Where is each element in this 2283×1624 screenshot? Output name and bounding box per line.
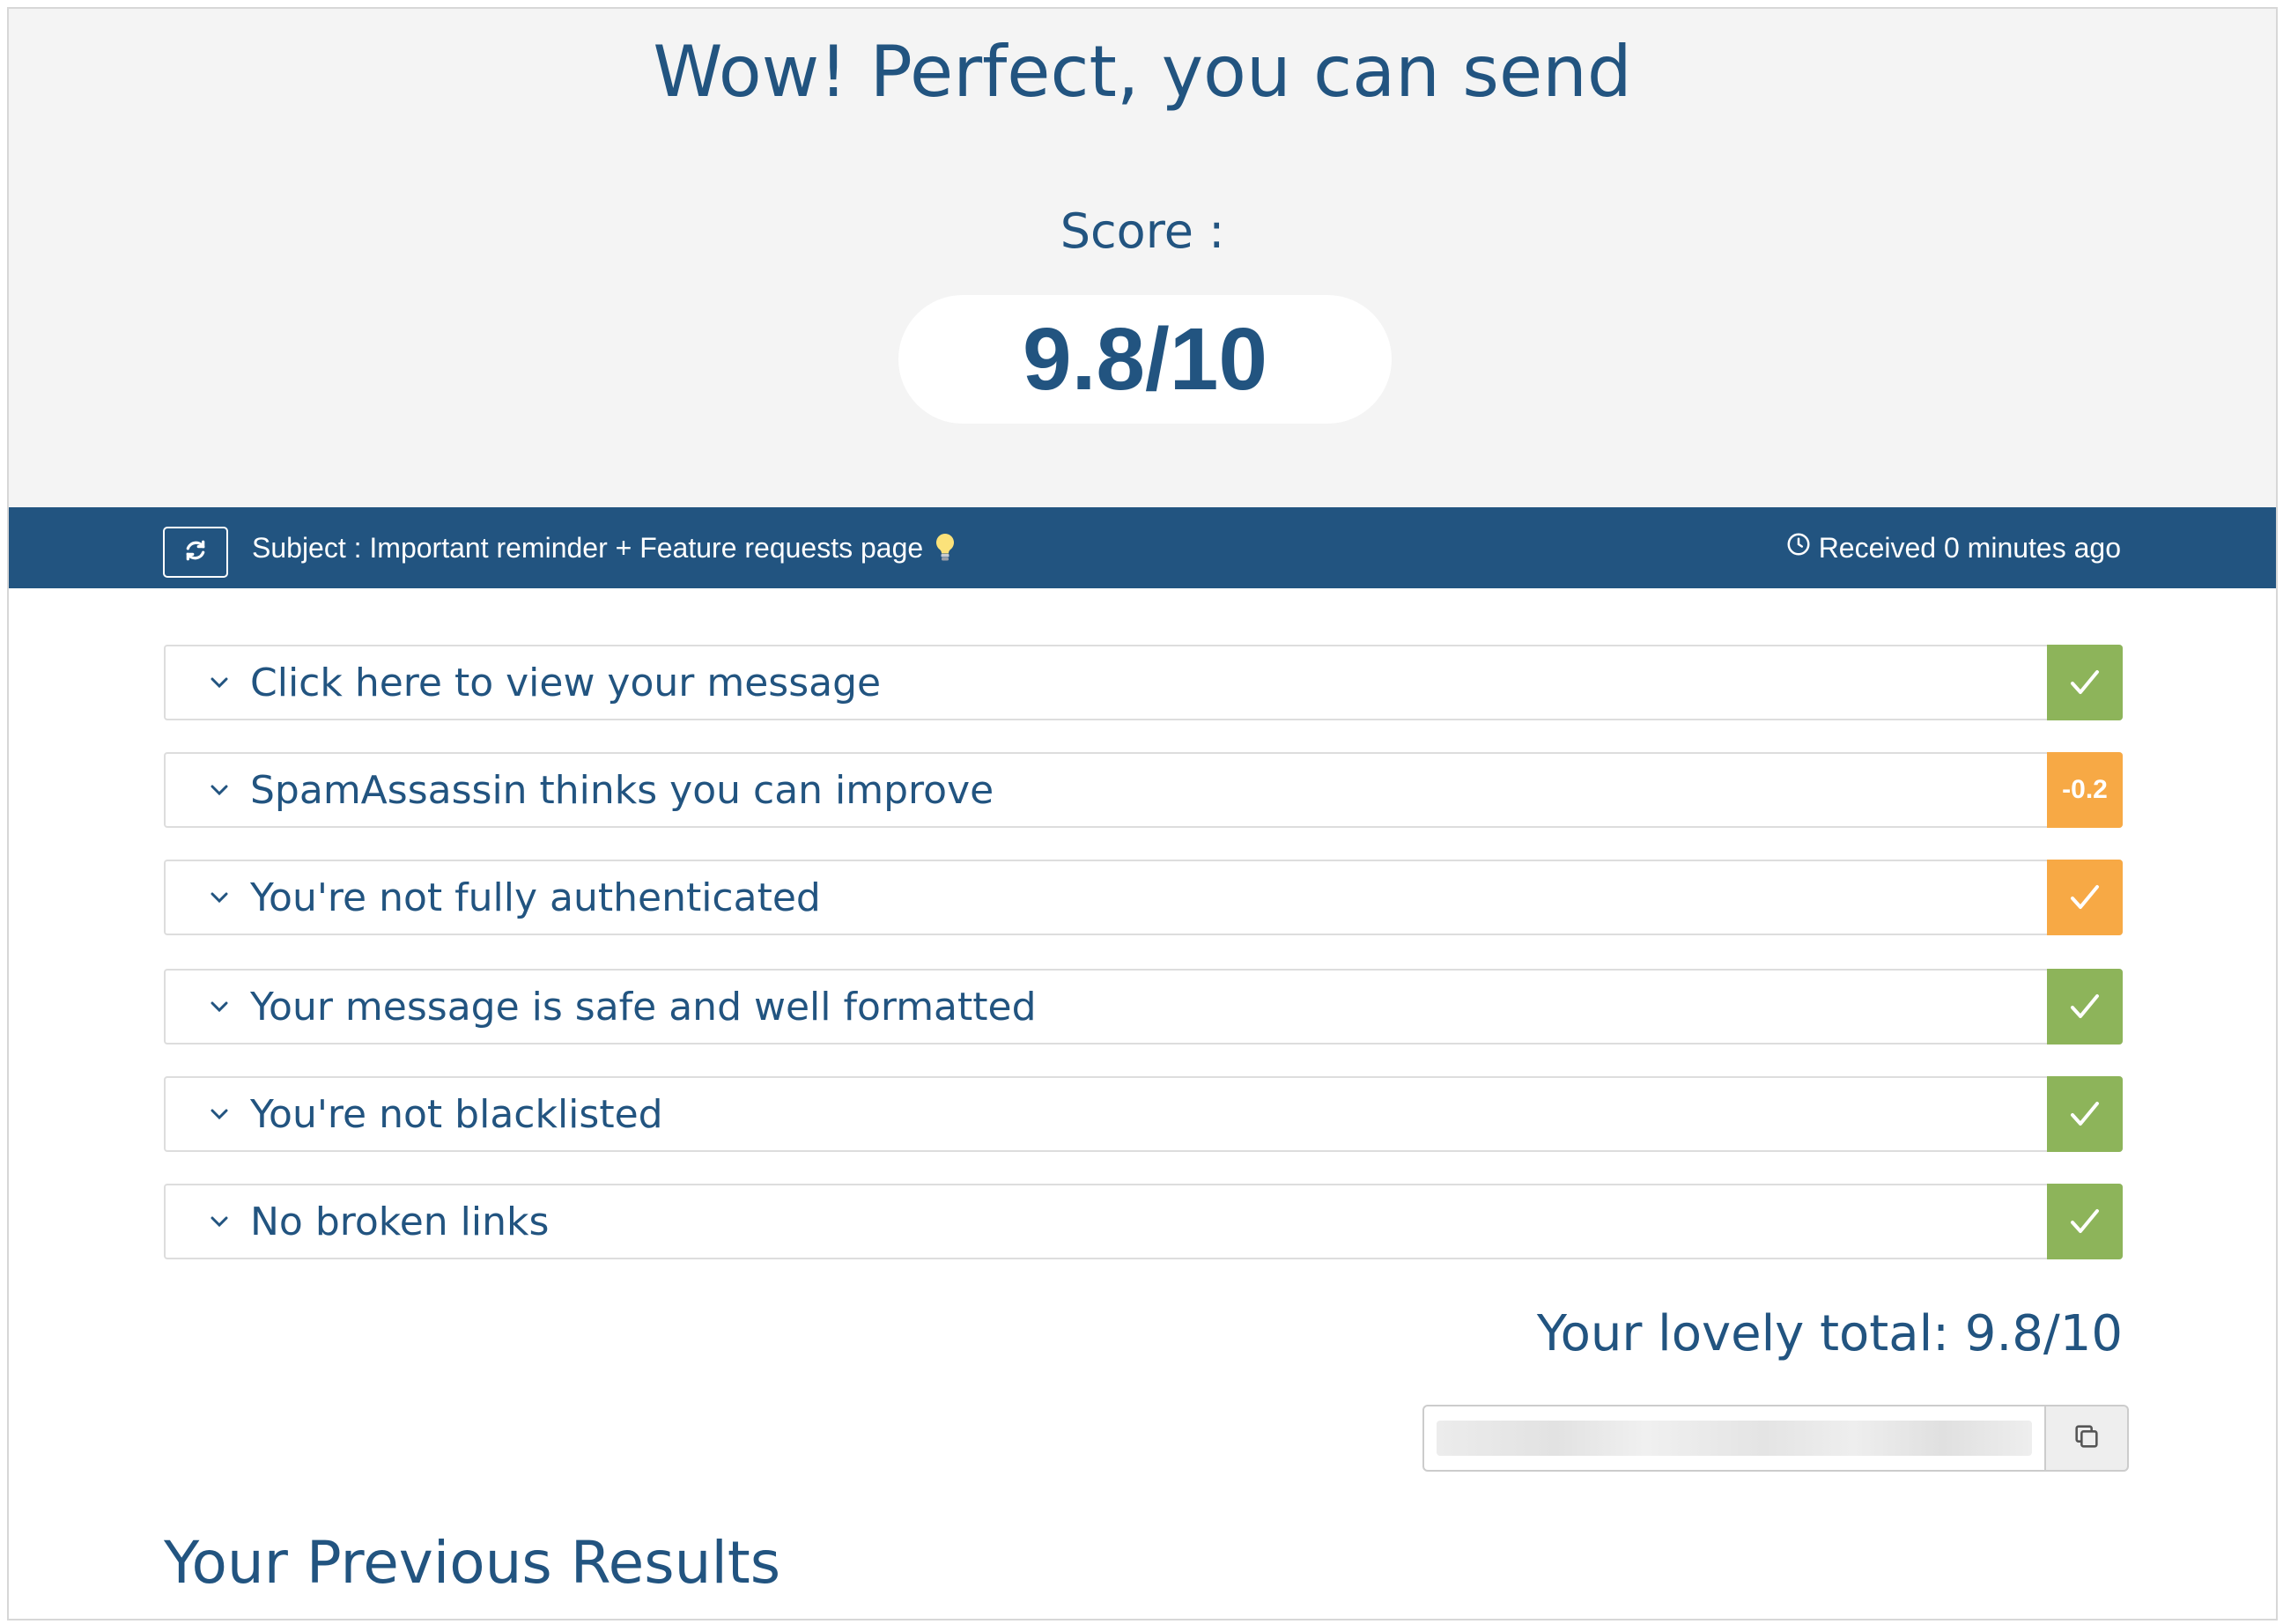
check-panel-spamassassin[interactable]: SpamAssassin thinks you can improve -0.2 <box>164 752 2123 828</box>
subject-bar: Subject : Important reminder + Feature r… <box>9 507 2276 588</box>
check-title: SpamAssassin thinks you can improve <box>250 767 994 813</box>
refresh-button[interactable] <box>163 527 228 578</box>
copy-button[interactable] <box>2044 1405 2129 1472</box>
score-hero: Wow! Perfect, you can send Score : 9.8/1… <box>9 9 2276 507</box>
chevron-down-icon <box>210 1078 229 1150</box>
check-panel-safe-formatted[interactable]: Your message is safe and well formatted <box>164 969 2123 1045</box>
lightbulb-icon <box>934 532 957 564</box>
check-panel-blacklist[interactable]: You're not blacklisted <box>164 1076 2123 1152</box>
redacted-link <box>1437 1421 2032 1456</box>
check-panel-view-message[interactable]: Click here to view your message <box>164 645 2123 720</box>
clock-icon <box>1785 531 1819 565</box>
subject-text: Subject : Important reminder + Feature r… <box>252 531 924 564</box>
chevron-down-icon <box>210 646 229 719</box>
check-badge-pass <box>2047 1184 2123 1259</box>
check-badge-pass <box>2047 969 2123 1045</box>
check-badge-warn <box>2047 860 2123 935</box>
check-badge-score: -0.2 <box>2047 752 2123 828</box>
check-title: You're not fully authenticated <box>250 875 821 920</box>
check-title: Click here to view your message <box>250 660 882 705</box>
previous-results-heading: Your Previous Results <box>164 1529 781 1597</box>
total-score: Your lovely total: 9.8/10 <box>1536 1305 2123 1362</box>
subject-line: Subject : Important reminder + Feature r… <box>252 507 957 588</box>
chevron-down-icon <box>210 971 229 1043</box>
score-label: Score : <box>1060 203 1225 259</box>
received-time: Received 0 minutes ago <box>1785 507 2121 588</box>
check-title: You're not blacklisted <box>250 1091 663 1137</box>
chevron-down-icon <box>210 1185 229 1258</box>
copy-icon <box>2072 1421 2102 1455</box>
check-panel-authentication[interactable]: You're not fully authenticated <box>164 860 2123 935</box>
share-link-input[interactable] <box>1422 1405 2046 1472</box>
score-value: 9.8/10 <box>1022 309 1268 409</box>
chevron-down-icon <box>210 861 229 934</box>
check-badge-pass <box>2047 1076 2123 1152</box>
check-badge-pass <box>2047 645 2123 720</box>
page-title: Wow! Perfect, you can send <box>653 31 1632 113</box>
score-pill: 9.8/10 <box>898 295 1392 424</box>
chevron-down-icon <box>210 754 229 826</box>
check-title: No broken links <box>250 1199 550 1244</box>
check-panel-broken-links[interactable]: No broken links <box>164 1184 2123 1259</box>
refresh-icon <box>184 539 207 565</box>
page-frame: Wow! Perfect, you can send Score : 9.8/1… <box>7 7 2278 1620</box>
check-title: Your message is safe and well formatted <box>250 984 1037 1030</box>
received-text: Received 0 minutes ago <box>1818 531 2121 564</box>
share-link-group <box>1422 1405 2129 1472</box>
